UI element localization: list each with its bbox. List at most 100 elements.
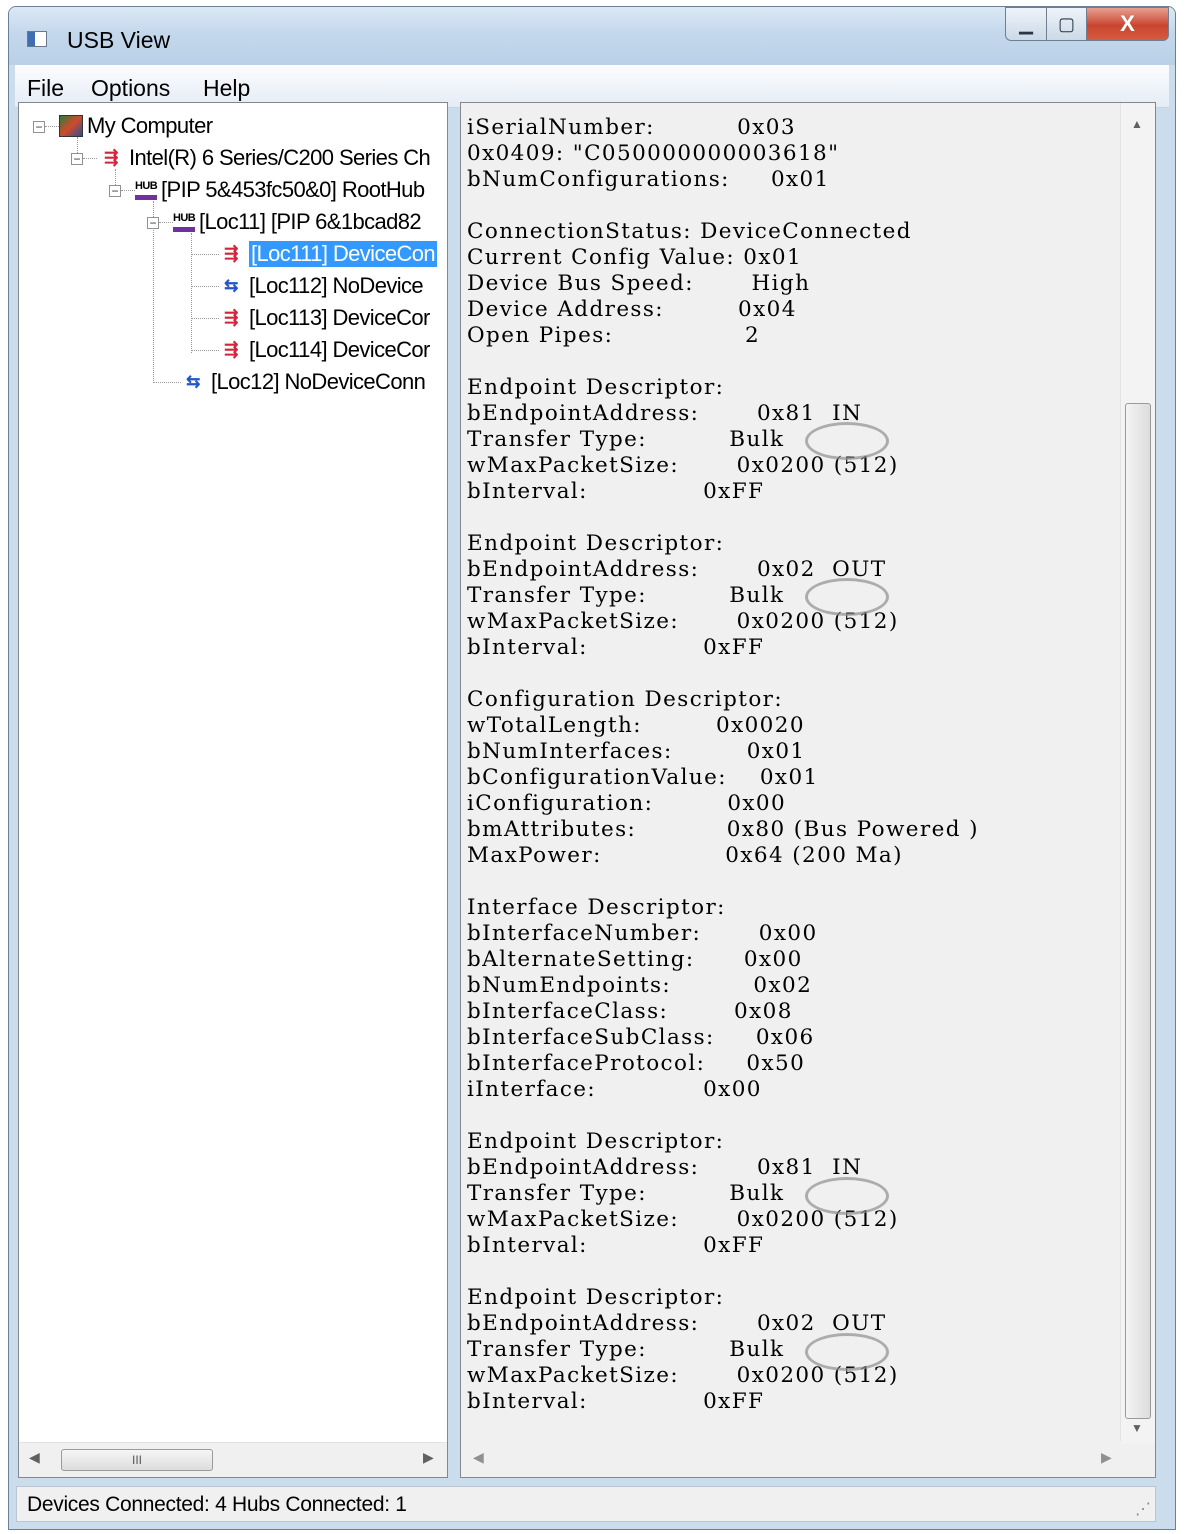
collapse-my-computer[interactable]: − bbox=[33, 121, 45, 133]
tree-item-roothub[interactable]: HUB [PIP 5&453fc50&0] RootHub bbox=[135, 175, 425, 205]
detail-line: iSerialNumber: 0x03 bbox=[467, 115, 796, 140]
tree-item-loc113[interactable]: ⇶ [Loc113] DeviceCor bbox=[217, 303, 430, 333]
detail-line: bInterfaceProtocol: 0x50 bbox=[467, 1051, 806, 1076]
maximize-button[interactable]: ▢ bbox=[1047, 7, 1087, 41]
usb-controller-icon: ⇶ bbox=[104, 148, 118, 167]
detail-line: bInterval: 0xFF bbox=[467, 1233, 765, 1258]
computer-icon bbox=[59, 115, 83, 137]
detail-line: Endpoint Descriptor: bbox=[467, 531, 725, 556]
detail-line: Open Pipes: 2 bbox=[467, 323, 761, 348]
usb-device-connected-icon: ⇶ bbox=[224, 308, 238, 327]
detail-line: bEndpointAddress: 0x02 OUT bbox=[467, 557, 887, 582]
tree-item-loc12[interactable]: ⇆ [Loc12] NoDeviceConn bbox=[179, 367, 426, 397]
tree-item-label: My Computer bbox=[87, 113, 213, 138]
tree-item-label: Intel(R) 6 Series/C200 Series Ch bbox=[129, 145, 431, 170]
status-text: Devices Connected: 4 Hubs Connected: 1 bbox=[27, 1493, 407, 1516]
detail-line: bInterval: 0xFF bbox=[467, 479, 765, 504]
detail-line: bAlternateSetting: 0x00 bbox=[467, 947, 803, 972]
details-vertical-scrollbar[interactable]: ▲ ▼ bbox=[1120, 103, 1155, 1443]
detail-line: Interface Descriptor: bbox=[467, 895, 726, 920]
tree-item-label: [Loc111] DeviceCon bbox=[249, 241, 438, 267]
detail-line: iConfiguration: 0x00 bbox=[467, 791, 787, 816]
title-bar[interactable]: USB View ▁ ▢ X bbox=[9, 7, 1175, 65]
collapse-controller[interactable]: − bbox=[71, 153, 83, 165]
details-horizontal-scrollbar[interactable]: ◀ ▶ bbox=[461, 1441, 1121, 1477]
window-title: USB View bbox=[67, 27, 171, 53]
detail-line: bNumConfigurations: 0x01 bbox=[467, 167, 830, 192]
menu-file[interactable]: File bbox=[27, 75, 64, 102]
detail-line: Current Config Value: 0x01 bbox=[467, 245, 803, 270]
collapse-loc11-hub[interactable]: − bbox=[147, 217, 159, 229]
detail-line: bNumInterfaces: 0x01 bbox=[467, 739, 806, 764]
usb-port-empty-icon: ⇆ bbox=[224, 276, 238, 295]
scrollbar-thumb[interactable] bbox=[1125, 403, 1151, 1419]
detail-line: Transfer Type: Bulk bbox=[467, 427, 785, 452]
status-bar: Devices Connected: 4 Hubs Connected: 1 ⋰ bbox=[16, 1486, 1156, 1522]
detail-line: bInterval: 0xFF bbox=[467, 1389, 765, 1414]
detail-line: wTotalLength: 0x0020 bbox=[467, 713, 805, 738]
device-details-pane[interactable]: iSerialNumber: 0x03 0x0409: "C05000000000… bbox=[460, 102, 1156, 1478]
detail-line: bNumEndpoints: 0x02 bbox=[467, 973, 813, 998]
detail-line: bEndpointAddress: 0x81 IN bbox=[467, 1155, 863, 1180]
hub-icon: HUB bbox=[173, 212, 196, 232]
close-button[interactable]: X bbox=[1087, 7, 1169, 41]
menu-options[interactable]: Options bbox=[91, 75, 170, 102]
tree-item-loc111[interactable]: ⇶ [Loc111] DeviceCon bbox=[217, 239, 438, 269]
detail-line: Transfer Type: Bulk bbox=[467, 1181, 785, 1206]
scroll-down-arrow-icon[interactable]: ▼ bbox=[1131, 1421, 1143, 1435]
detail-line: Configuration Descriptor: bbox=[467, 687, 783, 712]
detail-line: bEndpointAddress: 0x02 OUT bbox=[467, 1311, 887, 1336]
usb-device-connected-icon: ⇶ bbox=[224, 340, 238, 359]
scroll-right-arrow-icon[interactable]: ▶ bbox=[423, 1449, 434, 1466]
tree-item-usb-controller[interactable]: ⇶ Intel(R) 6 Series/C200 Series Ch bbox=[97, 143, 431, 173]
tree-item-label: [Loc114] DeviceCor bbox=[249, 337, 430, 362]
resize-grip-icon[interactable]: ⋰ bbox=[1135, 1499, 1151, 1519]
usb-device-connected-icon: ⇶ bbox=[224, 244, 238, 263]
device-tree-pane[interactable]: − My Computer − ⇶ Intel(R) 6 Series/C200… bbox=[18, 102, 448, 1478]
tree-item-label: [Loc112] NoDevice bbox=[249, 273, 424, 298]
tree-item-label: [Loc113] DeviceCor bbox=[249, 305, 430, 330]
detail-line: bConfigurationValue: 0x01 bbox=[467, 765, 819, 790]
detail-line: bEndpointAddress: 0x81 IN bbox=[467, 401, 863, 426]
menu-help[interactable]: Help bbox=[203, 75, 250, 102]
app-icon[interactable] bbox=[27, 31, 47, 47]
highlight-circle bbox=[805, 1177, 889, 1215]
detail-line: Device Bus Speed: High bbox=[467, 271, 811, 296]
hub-icon: HUB bbox=[135, 180, 158, 200]
minimize-button[interactable]: ▁ bbox=[1005, 7, 1047, 41]
highlight-circle bbox=[805, 578, 889, 616]
detail-line: iInterface: 0x00 bbox=[467, 1077, 762, 1102]
detail-line: bInterfaceSubClass: 0x06 bbox=[467, 1025, 815, 1050]
detail-line: 0x0409: "C050000000003618" bbox=[467, 141, 840, 166]
tree-item-label: [Loc12] NoDeviceConn bbox=[211, 369, 426, 394]
detail-line: MaxPower: 0x64 (200 Ma) bbox=[467, 843, 903, 868]
tree-item-label: [PIP 5&453fc50&0] RootHub bbox=[161, 177, 425, 202]
detail-line: Transfer Type: Bulk bbox=[467, 583, 785, 608]
scrollbar-thumb[interactable]: III bbox=[61, 1449, 213, 1471]
detail-line: bInterfaceClass: 0x08 bbox=[467, 999, 793, 1024]
detail-line: Endpoint Descriptor: bbox=[467, 375, 725, 400]
scroll-left-arrow-icon[interactable]: ◀ bbox=[29, 1449, 40, 1466]
tree-item-loc112[interactable]: ⇆ [Loc112] NoDevice bbox=[217, 271, 423, 301]
scroll-up-arrow-icon[interactable]: ▲ bbox=[1131, 117, 1143, 131]
detail-line: Endpoint Descriptor: bbox=[467, 1285, 725, 1310]
usb-port-empty-icon: ⇆ bbox=[186, 372, 200, 391]
detail-line: ConnectionStatus: DeviceConnected bbox=[467, 219, 912, 244]
tree-item-loc11-hub[interactable]: HUB [Loc11] [PIP 6&1bcad82 bbox=[173, 207, 422, 237]
detail-line: bInterfaceNumber: 0x00 bbox=[467, 921, 818, 946]
scroll-left-arrow-icon[interactable]: ◀ bbox=[473, 1449, 484, 1466]
detail-line: Endpoint Descriptor: bbox=[467, 1129, 725, 1154]
highlight-circle bbox=[805, 422, 889, 460]
tree-item-my-computer[interactable]: My Computer bbox=[59, 111, 213, 141]
highlight-circle bbox=[805, 1333, 889, 1371]
scroll-right-arrow-icon[interactable]: ▶ bbox=[1101, 1449, 1112, 1466]
tree-item-label: [Loc11] [PIP 6&1bcad82 bbox=[199, 209, 422, 234]
detail-line: Device Address: 0x04 bbox=[467, 297, 797, 322]
detail-line: bmAttributes: 0x80 (Bus Powered ) bbox=[467, 817, 979, 842]
tree-item-loc114[interactable]: ⇶ [Loc114] DeviceCor bbox=[217, 335, 430, 365]
detail-line: bInterval: 0xFF bbox=[467, 635, 765, 660]
collapse-roothub[interactable]: − bbox=[109, 185, 121, 197]
tree-horizontal-scrollbar[interactable]: ◀ III ▶ bbox=[19, 1442, 447, 1477]
caption-buttons: ▁ ▢ X bbox=[1005, 7, 1169, 47]
details-text[interactable]: iSerialNumber: 0x03 0x0409: "C05000000000… bbox=[463, 103, 1129, 1443]
